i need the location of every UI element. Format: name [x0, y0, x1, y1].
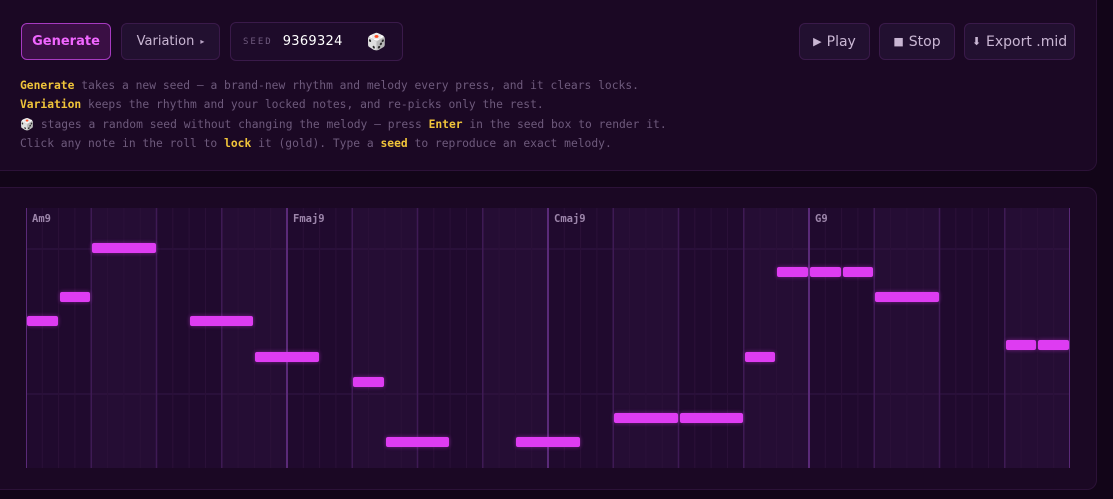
note[interactable]: [385, 437, 450, 448]
help-line-generate: Generate takes a new seed — a brand-new …: [20, 76, 667, 95]
play-icon: ▶: [813, 35, 822, 48]
chord-label: Cmaj9: [554, 213, 586, 225]
dice-icon: 🎲: [20, 117, 35, 131]
help-text-lock-rest: to reproduce an exact melody.: [407, 136, 612, 150]
stop-icon: ■: [893, 35, 904, 48]
variation-button[interactable]: Variation ▸: [121, 23, 220, 60]
help-text-dice-rest: in the seed box to render it.: [462, 117, 667, 131]
help-key-generate: Generate: [20, 79, 75, 92]
help-text-lock-mid: it (gold). Type a: [251, 136, 381, 150]
piano-roll[interactable]: Am9 Fmaj9 Cmaj9 G9: [26, 208, 1070, 468]
seed-field[interactable]: SEED 9369324 🎲: [230, 22, 403, 61]
play-label: Play: [826, 33, 856, 50]
note[interactable]: [27, 315, 58, 326]
play-button[interactable]: ▶ Play: [799, 23, 870, 60]
stop-label: Stop: [908, 33, 941, 50]
note[interactable]: [777, 267, 808, 278]
help-line-dice: 🎲 stages a random seed without changing …: [20, 115, 667, 134]
help-key-variation: Variation: [20, 98, 82, 112]
note[interactable]: [353, 376, 384, 387]
note[interactable]: [516, 437, 580, 448]
note[interactable]: [810, 267, 841, 278]
help-key-lock: lock: [224, 136, 252, 150]
note[interactable]: [190, 315, 254, 326]
seed-input[interactable]: 9369324: [283, 34, 367, 49]
help-text-dice-pre: stages a random seed without changing th…: [34, 117, 429, 131]
help-key-enter: Enter: [428, 117, 463, 131]
note[interactable]: [255, 352, 319, 363]
generate-button[interactable]: Generate: [21, 23, 111, 60]
help-text-variation: keeps the rhythm and your locked notes, …: [81, 98, 544, 112]
note[interactable]: [92, 243, 156, 253]
caret-right-icon: ▸: [200, 37, 205, 46]
seed-label: SEED: [243, 36, 273, 47]
download-icon: ⬇: [971, 35, 982, 48]
help-line-lock: Click any note in the roll to lock it (g…: [20, 134, 667, 153]
generate-label: Generate: [32, 34, 100, 49]
dice-icon[interactable]: 🎲: [367, 32, 387, 51]
chord-label: G9: [815, 213, 828, 225]
note[interactable]: [744, 352, 776, 363]
stop-button[interactable]: ■ Stop: [879, 23, 955, 60]
help-text: Generate takes a new seed — a brand-new …: [20, 76, 667, 153]
note[interactable]: [1005, 340, 1037, 351]
note[interactable]: [842, 267, 874, 278]
note[interactable]: [59, 291, 91, 302]
note[interactable]: [679, 413, 743, 424]
chord-label: Fmaj9: [293, 213, 325, 225]
help-key-seed: seed: [380, 136, 408, 150]
chord-label: Am9: [32, 213, 51, 225]
export-midi-button[interactable]: ⬇ Export .mid: [964, 23, 1075, 60]
help-text-generate: takes a new seed — a brand-new rhythm an…: [74, 79, 639, 92]
variation-label: Variation: [136, 34, 195, 49]
note[interactable]: [875, 291, 939, 302]
roll-grid: [26, 208, 1070, 468]
help-text-lock-pre: Click any note in the roll to: [20, 136, 225, 150]
note[interactable]: [614, 413, 678, 424]
help-line-variation: Variation keeps the rhythm and your lock…: [20, 95, 667, 114]
export-label: Export .mid: [986, 33, 1068, 50]
note[interactable]: [1038, 340, 1069, 351]
